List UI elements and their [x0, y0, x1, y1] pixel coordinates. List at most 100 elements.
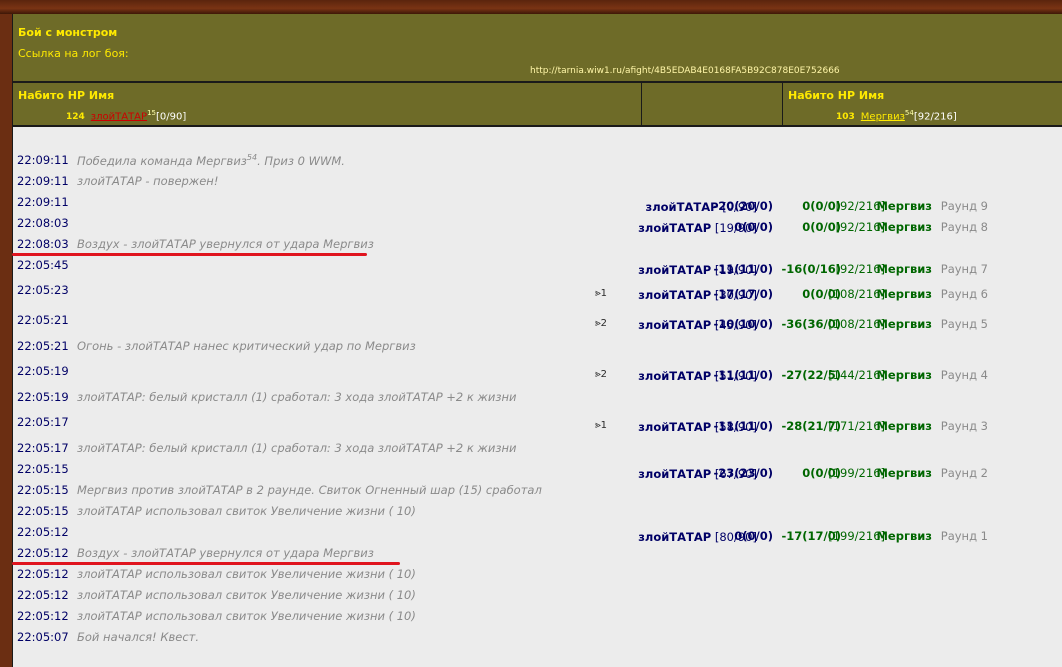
- log-time: 22:05:17: [17, 441, 69, 455]
- attack-summary: злойТАТАР [0/90] -20(20/0) 0(0/0) [92/216] М…: [543, 195, 1062, 214]
- defender-name: Мергвиз: [876, 368, 932, 382]
- attack-summary: злойТАТАР [19/90] -11(11/0) -16(0/16) [92/2…: [543, 258, 1062, 277]
- log-message: злойТАТАР: белый кристалл (1) сработал: …: [77, 390, 516, 404]
- attack-summary: злойТАТАР [67/90] -23(23/0) 0(0/0) [199/216…: [543, 462, 1062, 481]
- log-message-text: Огонь - злойТАТАР нанес критический удар…: [77, 339, 416, 353]
- attacker-damage: 0(0/0): [734, 529, 773, 543]
- message-row: 22:05:15 Мергвиз против злойТАТАР в 2 рау…: [13, 483, 1062, 499]
- log-message-text: Победила команда Мергвиз: [77, 153, 247, 168]
- log-time: 22:05:21: [17, 313, 69, 327]
- fighter-name-link[interactable]: Мергвиз: [861, 111, 905, 122]
- message-row: 22:05:19 злойТАТАР: белый кристалл (1) ср…: [13, 390, 1062, 406]
- attacker-damage: -20(20/0): [713, 199, 774, 213]
- log-time: 22:05:45: [17, 258, 69, 272]
- attacker-name: злойТАТАР: [638, 263, 712, 277]
- defender-name: Мергвиз: [876, 199, 932, 213]
- battle-title: Бой с монстром: [18, 26, 118, 39]
- log-time: 22:05:12: [17, 588, 69, 602]
- attack-summary: ⪢2 злойТАТАР [45/90] -10(10/0) -36(36/0) [10…: [543, 313, 1062, 332]
- message-row: 22:05:07 Бой начался! Квест.: [13, 630, 1062, 646]
- log-time: 22:05:19: [17, 364, 69, 378]
- attacker-name: злойТАТАР: [638, 530, 712, 544]
- combo-icon: ⪢2: [594, 369, 607, 380]
- log-time: 22:05:12: [17, 525, 69, 539]
- team-left: Набито HP Имя 124 злойТАТАР15[0/90]: [13, 83, 642, 125]
- log-message: Воздух - злойТАТАР увернулся от удара Ме…: [77, 237, 374, 251]
- log-message: Огонь - злойТАТАР нанес критический удар…: [77, 339, 416, 353]
- attacker-name: злойТАТАР: [645, 200, 719, 214]
- log-message-text: злойТАТАР использовал свиток Увеличение …: [77, 609, 416, 623]
- fighter-hits: 124: [66, 112, 85, 123]
- red-underline: [12, 253, 367, 256]
- log-message: злойТАТАР использовал свиток Увеличение …: [77, 588, 416, 602]
- message-row: 22:09:11 Победила команда Мергвиз54. Приз…: [13, 153, 1062, 169]
- log-time: 22:09:11: [17, 153, 69, 167]
- team-right-fighter: 103 Мергвиз54[92/216]: [836, 109, 957, 122]
- log-message: злойТАТАР: белый кристалл (1) сработал: …: [77, 441, 516, 455]
- attack-row: 22:05:21 ⪢2 злойТАТАР [45/90] -10(10/0) -36(…: [13, 313, 1062, 332]
- log-time: 22:05:23: [17, 283, 69, 297]
- log-time: 22:09:11: [17, 195, 69, 209]
- message-row: 22:08:03 Воздух - злойТАТАР увернулся от …: [12, 237, 1062, 256]
- defender-name: Мергвиз: [876, 419, 932, 433]
- log-message-text: злойТАТАР использовал свиток Увеличение …: [77, 588, 416, 602]
- attack-row: 22:09:11 злойТАТАР [0/90] -20(20/0) 0(0/0)[…: [13, 195, 1062, 214]
- log-message-text: Воздух - злойТАТАР увернулся от удара Ме…: [77, 237, 374, 251]
- message-row: 22:05:12 Воздух - злойТАТАР увернулся от …: [12, 546, 1062, 565]
- log-time: 22:05:21: [17, 339, 69, 353]
- attacker-damage: -23(23/0): [713, 466, 774, 480]
- log-message-text: злойТАТАР: белый кристалл (1) сработал: …: [77, 390, 517, 404]
- attacker-damage: -17(17/0): [713, 287, 774, 301]
- log-message: Победила команда Мергвиз54. Приз 0 WWM.: [77, 153, 345, 168]
- log-message-text: злойТАТАР: белый кристалл (1) сработал: …: [77, 441, 517, 455]
- log-message-text-end: . Приз 0 WWM.: [257, 153, 345, 168]
- log-link-label: Ссылка на лог боя:: [18, 47, 129, 60]
- defender-name: Мергвиз: [876, 529, 932, 543]
- team-left-header: Набито HP Имя: [18, 89, 115, 102]
- log-message-level: 54: [246, 153, 258, 162]
- log-message: злойТАТАР использовал свиток Увеличение …: [77, 504, 416, 518]
- attack-row: 22:05:15 злойТАТАР [67/90] -23(23/0) 0(0/0)…: [13, 462, 1062, 481]
- attack-row: 22:05:19 ⪢2 злойТАТАР [51/90] -11(11/0) -27(…: [13, 364, 1062, 383]
- defender-name: Мергвиз: [876, 466, 932, 480]
- log-time: 22:08:03: [17, 237, 69, 251]
- log-message: злойТАТАР использовал свиток Увеличение …: [77, 609, 416, 623]
- attack-summary: злойТАТАР [19/90] 0(0/0) 0(0/0) [92/216] Мер…: [543, 216, 1062, 235]
- red-underline: [12, 562, 400, 565]
- window-top-border: [0, 0, 1062, 14]
- attack-row: 22:08:03 злойТАТАР [19/90] 0(0/0) 0(0/0) [92…: [13, 216, 1062, 235]
- fighter-status: [92/216]: [913, 111, 957, 123]
- round-label: Раунд 8: [940, 220, 988, 234]
- fighter-status: [0/90]: [155, 111, 187, 123]
- log-message-text: Мергвиз против злойТАТАР в 2 раунде. Сви…: [77, 483, 542, 497]
- attacker-damage: -11(11/0): [713, 419, 774, 433]
- log-message: злойТАТАР - повержен!: [77, 174, 218, 188]
- attacker-name: злойТАТАР: [638, 369, 712, 383]
- defender-name: Мергвиз: [876, 287, 932, 301]
- round-label: Раунд 6: [940, 287, 988, 301]
- defender-name: Мергвиз: [876, 317, 932, 331]
- message-row: 22:05:12 злойТАТАР использовал свиток Уве…: [13, 567, 1062, 583]
- team-middle: [642, 83, 783, 125]
- log-time: 22:05:15: [17, 504, 69, 518]
- attacker-name: злойТАТАР: [638, 420, 712, 434]
- fighter-level: 54: [904, 109, 914, 117]
- attack-row: 22:05:23 ⪢1 злойТАТАР [30/90] -17(17/0) 0(0/…: [13, 283, 1062, 302]
- round-label: Раунд 2: [940, 466, 988, 480]
- log-time: 22:05:12: [17, 546, 69, 560]
- attack-summary: ⪢2 злойТАТАР [51/90] -11(11/0) -27(22/5) [14…: [543, 364, 1062, 383]
- defender-name: Мергвиз: [876, 220, 932, 234]
- attacker-damage: -11(11/0): [713, 368, 774, 382]
- log-time: 22:05:17: [17, 415, 69, 429]
- log-link[interactable]: http://tarnia.wiw1.ru/afight/4B5EDAB4E01…: [530, 66, 840, 76]
- attacker-name: злойТАТАР: [638, 467, 712, 481]
- log-message-text: Воздух - злойТАТАР увернулся от удара Ме…: [77, 546, 374, 560]
- attack-row: 22:05:12 злойТАТАР [80/90] 0(0/0) -17(17/0)…: [13, 525, 1062, 544]
- log-message-text: злойТАТАР использовал свиток Увеличение …: [77, 504, 416, 518]
- combo-icon: ⪢1: [594, 288, 607, 299]
- fighter-name-link[interactable]: злойТАТАР: [91, 111, 147, 122]
- attack-row: 22:05:45 злойТАТАР [19/90] -11(11/0) -16(0/…: [13, 258, 1062, 277]
- log-time: 22:05:19: [17, 390, 69, 404]
- battle-header: Бой с монстром Ссылка на лог боя: http:/…: [13, 14, 1062, 83]
- log-message: Воздух - злойТАТАР увернулся от удара Ме…: [77, 546, 374, 560]
